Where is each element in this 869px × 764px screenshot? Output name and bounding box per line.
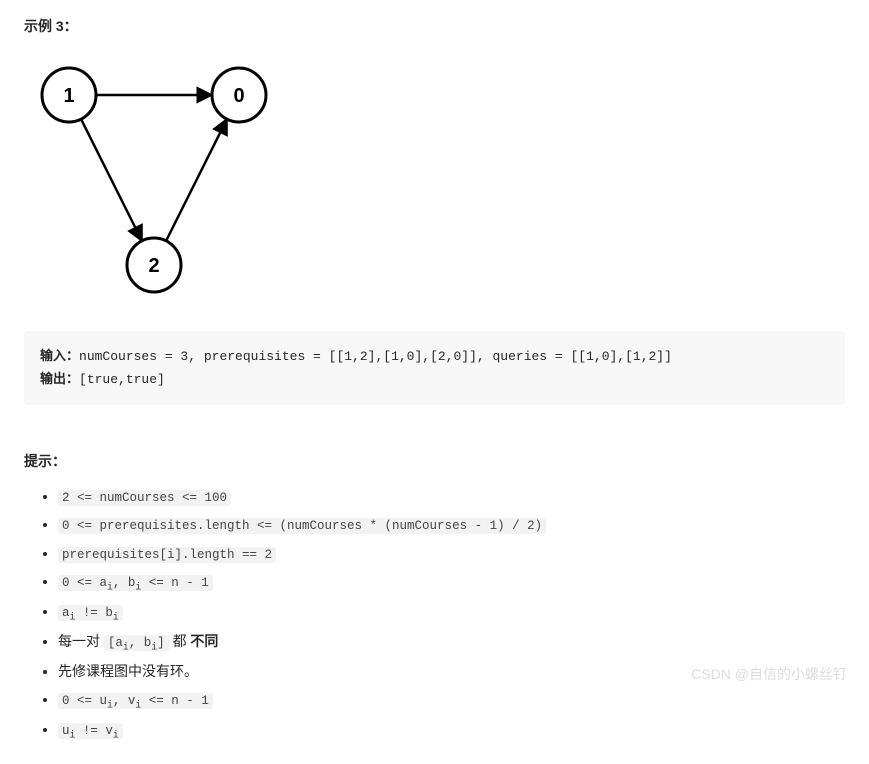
hint-item: 先修课程图中没有环。 [58, 660, 845, 684]
node-2-label: 2 [148, 255, 159, 277]
hint-code: ai != bi [58, 605, 123, 621]
node-0-label: 0 [233, 85, 244, 107]
edge-1-2 [81, 119, 142, 241]
hint-code: [ai, bi] [104, 635, 169, 651]
hints-section: 提示： 2 <= numCourses <= 100 0 <= prerequis… [24, 451, 845, 744]
hint-item: 0 <= ai, bi <= n - 1 [58, 570, 845, 596]
graph-svg: 1 0 2 [24, 50, 294, 310]
example-title: 示例 3： [24, 16, 845, 36]
edge-2-0 [166, 119, 227, 241]
node-1-label: 1 [63, 85, 74, 107]
input-value: numCourses = 3, prerequisites = [[1,2],[… [79, 349, 672, 364]
hint-code: 0 <= ui, vi <= n - 1 [58, 693, 213, 709]
hint-item: 0 <= prerequisites.length <= (numCourses… [58, 513, 845, 537]
hints-list: 2 <= numCourses <= 100 0 <= prerequisites… [24, 485, 845, 744]
io-codebox: 输入：numCourses = 3, prerequisites = [[1,2… [24, 331, 845, 405]
hint-code: 0 <= ai, bi <= n - 1 [58, 575, 213, 591]
hint-code: ui != vi [58, 723, 123, 739]
hint-item: ai != bi [58, 600, 845, 626]
input-label: 输入： [40, 348, 79, 363]
hint-item: 每一对 [ai, bi] 都 不同 [58, 630, 845, 656]
hint-item: ui != vi [58, 718, 845, 744]
hints-title: 提示： [24, 451, 845, 471]
output-value: [true,true] [79, 372, 165, 387]
hint-code: 0 <= prerequisites.length <= (numCourses… [58, 518, 546, 534]
hint-code: 2 <= numCourses <= 100 [58, 490, 231, 506]
hint-item: 0 <= ui, vi <= n - 1 [58, 688, 845, 714]
hint-code: prerequisites[i].length == 2 [58, 547, 276, 563]
graph-figure: 1 0 2 [24, 50, 845, 313]
hint-item: prerequisites[i].length == 2 [58, 542, 845, 566]
output-label: 输出： [40, 371, 79, 386]
hint-item: 2 <= numCourses <= 100 [58, 485, 845, 509]
